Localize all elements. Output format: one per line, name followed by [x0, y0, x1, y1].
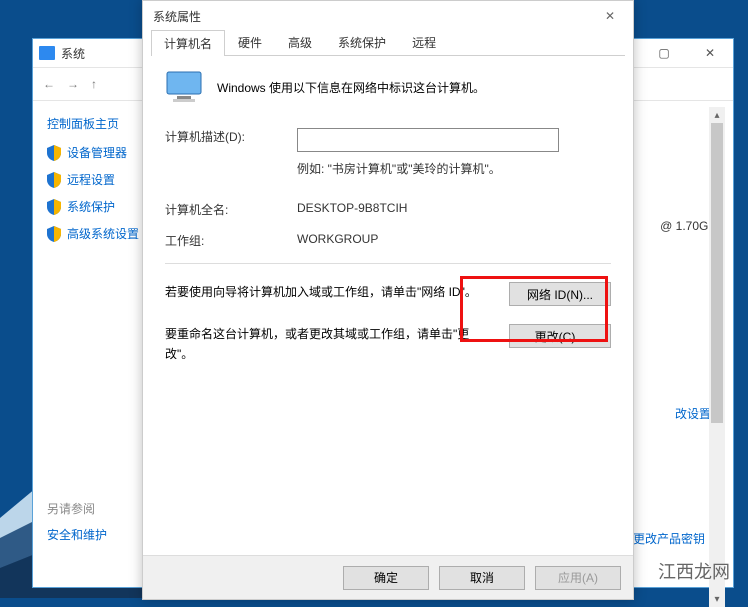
nav-back-icon[interactable]: ← [43, 77, 55, 91]
fullname-label: 计算机全名: [165, 201, 297, 218]
dialog-footer: 确定 取消 应用(A) [143, 555, 633, 599]
change-settings-link[interactable]: 改设置 [675, 405, 711, 422]
watermark: 江西龙网 [658, 558, 730, 584]
shield-icon [47, 226, 61, 242]
nav-up-icon[interactable]: ↑ [91, 77, 97, 91]
also-see-heading: 另请参阅 [47, 500, 95, 517]
security-maintenance-link[interactable]: 安全和维护 [47, 526, 107, 543]
scroll-down-icon[interactable]: ▾ [709, 591, 725, 607]
shield-icon [47, 145, 61, 161]
system-properties-dialog: 系统属性 ✕ 计算机名 硬件 高级 系统保护 远程 Windows 使用以下信息… [142, 0, 634, 600]
scroll-thumb[interactable] [711, 123, 723, 423]
description-input[interactable] [297, 128, 559, 152]
shield-icon [47, 199, 61, 215]
maximize-button[interactable]: ▢ [641, 39, 687, 67]
tab-system-protection[interactable]: 系统保护 [325, 29, 399, 55]
dialog-close-button[interactable]: ✕ [587, 1, 633, 31]
cancel-button[interactable]: 取消 [439, 566, 525, 590]
network-id-text: 若要使用向导将计算机加入域或工作组，请单击"网络 ID"。 [165, 282, 491, 302]
dialog-title: 系统属性 [143, 1, 633, 31]
tab-remote[interactable]: 远程 [399, 29, 449, 55]
workgroup-label: 工作组: [165, 232, 297, 249]
intro-text: Windows 使用以下信息在网络中标识这台计算机。 [217, 79, 485, 96]
tab-hardware[interactable]: 硬件 [225, 29, 275, 55]
nav-forward-icon[interactable]: → [67, 77, 79, 91]
change-button[interactable]: 更改(C)... [509, 324, 611, 348]
change-product-key-link[interactable]: 更改产品密钥 [633, 530, 705, 547]
rename-text: 要重命名这台计算机，或者更改其域或工作组，请单击"更改"。 [165, 324, 491, 365]
tab-computer-name[interactable]: 计算机名 [151, 30, 225, 56]
fullname-value: DESKTOP-9B8TCIH [297, 201, 611, 218]
dialog-body: Windows 使用以下信息在网络中标识这台计算机。 计算机描述(D): 例如:… [143, 56, 633, 365]
close-button[interactable]: ✕ [687, 39, 733, 67]
tab-strip: 计算机名 硬件 高级 系统保护 远程 [151, 31, 625, 56]
sidebar-label: 高级系统设置 [67, 225, 139, 242]
network-id-button[interactable]: 网络 ID(N)... [509, 282, 611, 306]
shield-icon [47, 172, 61, 188]
ok-button[interactable]: 确定 [343, 566, 429, 590]
sidebar-label: 系统保护 [67, 198, 115, 215]
system-icon [39, 46, 55, 60]
scroll-up-icon[interactable]: ▴ [709, 107, 725, 123]
workgroup-value: WORKGROUP [297, 232, 611, 249]
system-title: 系统 [61, 45, 85, 62]
description-label: 计算机描述(D): [165, 128, 297, 152]
sidebar-label: 设备管理器 [67, 144, 127, 161]
scrollbar[interactable]: ▴ ▾ [709, 107, 725, 607]
apply-button[interactable]: 应用(A) [535, 566, 621, 590]
monitor-icon [165, 70, 203, 104]
sidebar-label: 远程设置 [67, 171, 115, 188]
tab-advanced[interactable]: 高级 [275, 29, 325, 55]
description-hint: 例如: "书房计算机"或"美玲的计算机"。 [297, 160, 611, 177]
intro-row: Windows 使用以下信息在网络中标识这台计算机。 [165, 70, 611, 104]
